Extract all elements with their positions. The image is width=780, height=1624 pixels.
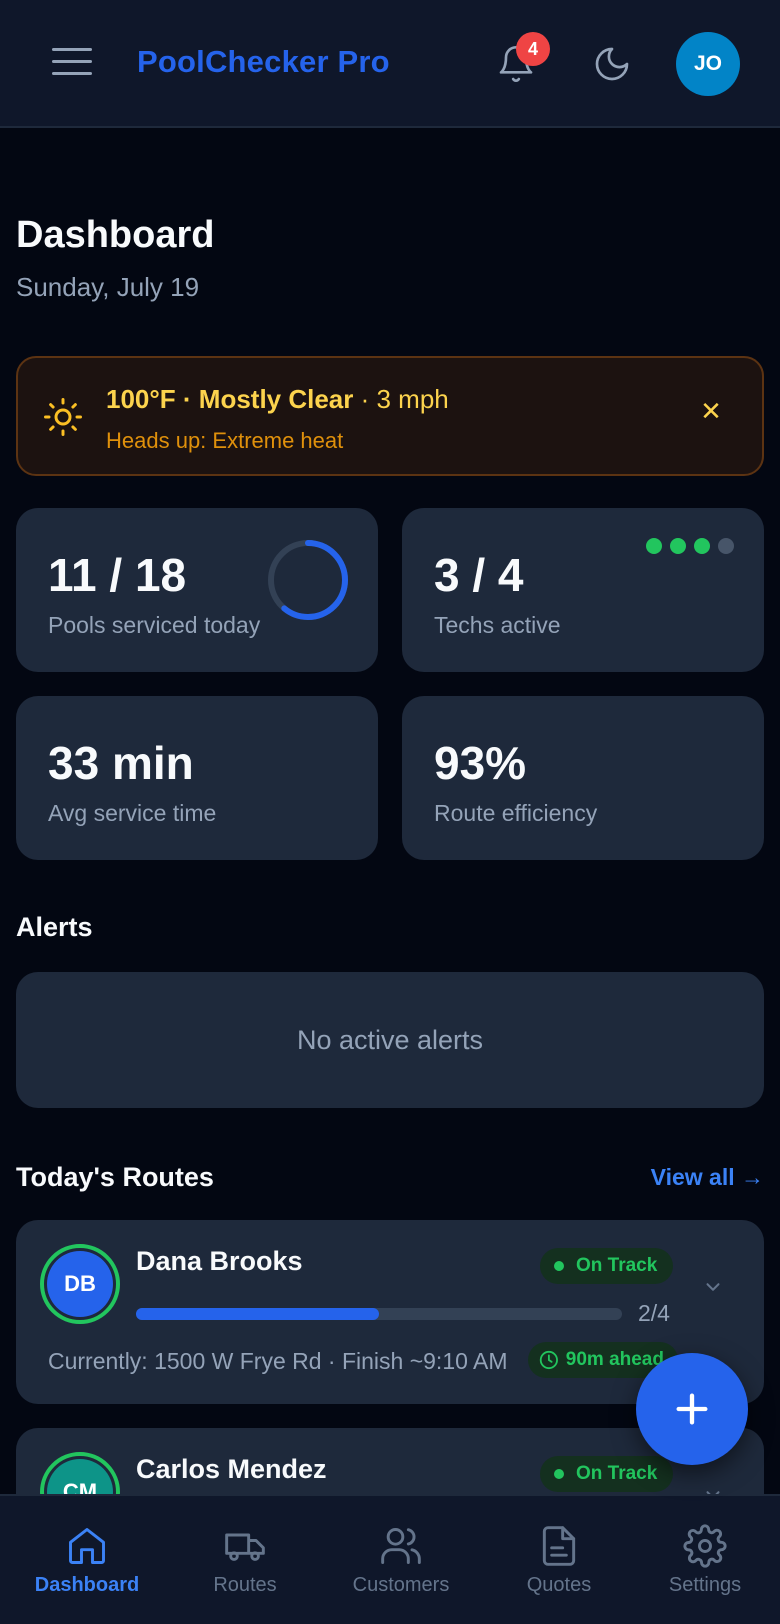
weather-summary: 100°F · Mostly Clear · 3 mph bbox=[106, 384, 449, 415]
bottom-nav: Dashboard Routes Customers Quotes Settin… bbox=[0, 1494, 780, 1624]
nav-customers[interactable]: Customers bbox=[326, 1524, 476, 1597]
weather-notice: Heads up: Extreme heat bbox=[106, 428, 344, 453]
efficiency-value: 93% bbox=[434, 737, 527, 789]
nav-dashboard[interactable]: Dashboard bbox=[12, 1524, 162, 1597]
nav-quotes[interactable]: Quotes bbox=[484, 1524, 634, 1597]
menu-icon[interactable] bbox=[52, 48, 92, 80]
alerts-title: Alerts bbox=[16, 912, 93, 942]
route-current-location: Currently: 1500 W Frye Rd · Finish ~9:10… bbox=[48, 1348, 508, 1374]
stat-card-avg-time[interactable]: 33 min Avg service time bbox=[16, 696, 378, 860]
home-icon bbox=[69, 1528, 105, 1564]
close-icon[interactable]: ✕ bbox=[694, 394, 728, 428]
status-badge: On Track bbox=[540, 1456, 674, 1492]
pools-progress-ring bbox=[268, 540, 348, 620]
clock-icon bbox=[539, 1350, 558, 1370]
page-date: Sunday, July 19 bbox=[16, 272, 200, 302]
nav-label: Routes bbox=[213, 1574, 277, 1596]
user-avatar[interactable]: JO bbox=[676, 32, 740, 96]
route-progress-fill bbox=[136, 1308, 379, 1320]
page-title: Dashboard bbox=[16, 214, 215, 256]
techs-label: Techs active bbox=[434, 612, 561, 638]
route-progress-bar bbox=[136, 1308, 622, 1320]
tech-avatar: DB bbox=[40, 1244, 120, 1324]
tech-status-dot bbox=[718, 538, 734, 554]
notification-badge: 4 bbox=[516, 32, 550, 66]
tech-name: Dana Brooks bbox=[136, 1246, 303, 1276]
stat-card-techs[interactable]: 3 / 4 Techs active bbox=[402, 508, 764, 672]
app-title: PoolChecker Pro bbox=[137, 44, 390, 79]
nav-label: Settings bbox=[668, 1574, 742, 1596]
status-label: On Track bbox=[576, 1255, 658, 1276]
users-icon bbox=[381, 1528, 421, 1564]
tech-status-dot bbox=[694, 538, 710, 554]
app-header: PoolChecker Pro 4 JO bbox=[0, 0, 780, 128]
view-all-link[interactable]: View all → bbox=[651, 1164, 764, 1191]
chevron-down-icon[interactable] bbox=[702, 1276, 724, 1298]
avg-time-label: Avg service time bbox=[48, 800, 217, 826]
techs-value: 3 / 4 bbox=[434, 549, 524, 601]
avg-time-value: 33 min bbox=[48, 737, 194, 789]
nav-label: Dashboard bbox=[34, 1574, 140, 1596]
document-icon bbox=[542, 1526, 576, 1566]
plus-icon bbox=[676, 1393, 708, 1425]
weather-separator: · bbox=[175, 384, 199, 414]
nav-settings[interactable]: Settings bbox=[630, 1524, 780, 1597]
truck-icon bbox=[225, 1533, 265, 1561]
tech-initials: DB bbox=[47, 1251, 113, 1317]
status-label: On Track bbox=[576, 1463, 658, 1484]
pools-label: Pools serviced today bbox=[48, 612, 261, 638]
routes-title: Today's Routes bbox=[16, 1162, 214, 1192]
nav-routes[interactable]: Routes bbox=[170, 1524, 320, 1597]
route-progress-count: 2/4 bbox=[638, 1300, 670, 1326]
efficiency-label: Route efficiency bbox=[434, 800, 598, 826]
tech-status-dot bbox=[646, 538, 662, 554]
weather-banner: 100°F · Mostly Clear · 3 mph Heads up: E… bbox=[16, 356, 764, 476]
tech-status-dot bbox=[670, 538, 686, 554]
weather-condition: Mostly Clear bbox=[198, 384, 354, 414]
gear-icon bbox=[683, 1524, 727, 1568]
nav-label: Customers bbox=[352, 1574, 450, 1596]
stat-card-pools[interactable]: 11 / 18 Pools serviced today bbox=[16, 508, 378, 672]
ahead-label: 90m ahead bbox=[565, 1349, 664, 1370]
add-fab-button[interactable] bbox=[636, 1353, 748, 1465]
moon-icon[interactable] bbox=[592, 44, 632, 84]
weather-temperature: 100°F bbox=[106, 384, 176, 414]
sun-icon bbox=[42, 396, 84, 438]
pools-value: 11 / 18 bbox=[48, 549, 187, 601]
nav-label: Quotes bbox=[526, 1574, 592, 1596]
alerts-empty-state: No active alerts bbox=[16, 972, 764, 1108]
techs-status-dots bbox=[646, 538, 734, 554]
status-badge: On Track bbox=[540, 1248, 674, 1284]
stat-card-efficiency[interactable]: 93% Route efficiency bbox=[402, 696, 764, 860]
tech-name: Carlos Mendez bbox=[136, 1454, 327, 1484]
weather-wind: · 3 mph bbox=[353, 384, 449, 414]
